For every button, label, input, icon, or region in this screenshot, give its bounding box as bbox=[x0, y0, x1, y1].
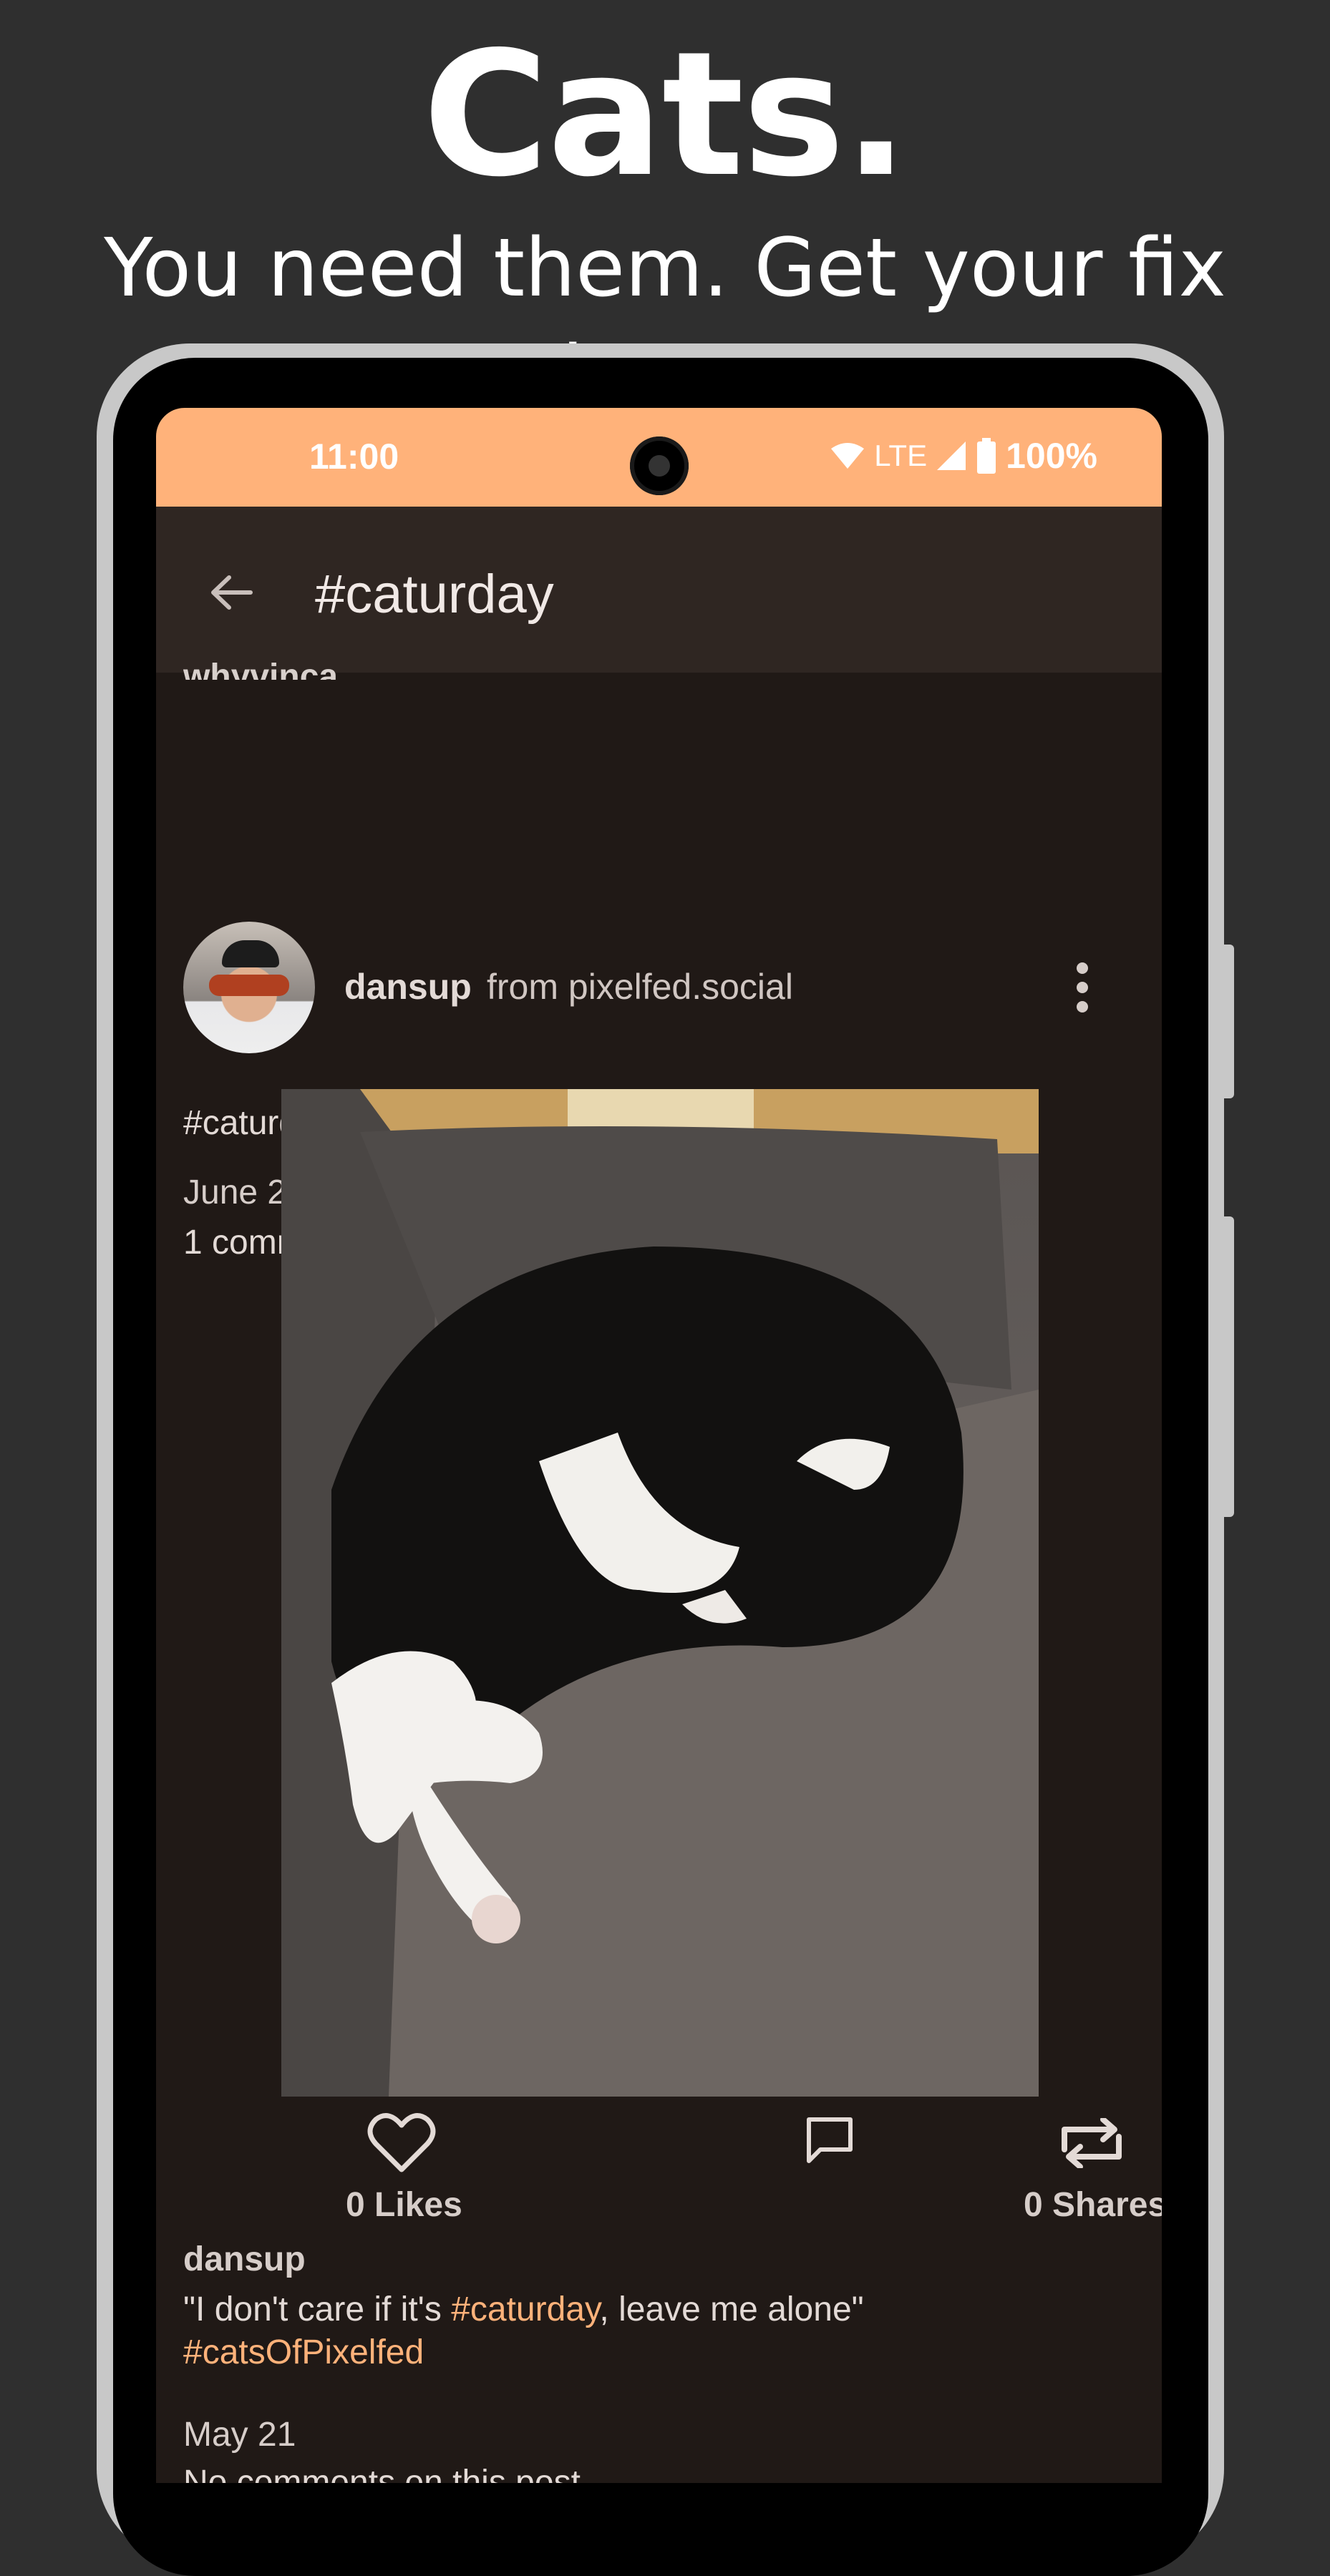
likes-count: 0 Likes bbox=[346, 2186, 462, 2224]
promo-headline: Cats. bbox=[422, 14, 909, 215]
status-icons: LTE 100% bbox=[830, 431, 1097, 481]
comment-icon bbox=[807, 2117, 853, 2163]
post-photo[interactable] bbox=[281, 1089, 1039, 2097]
previous-post-author: whyvinca bbox=[183, 658, 339, 680]
more-options-icon[interactable] bbox=[1072, 955, 1093, 1020]
post-date: May 21 bbox=[183, 2416, 296, 2454]
toolbar-title: #caturday bbox=[315, 564, 554, 625]
post-username[interactable]: dansup bbox=[344, 966, 472, 1008]
repeat-icon bbox=[1062, 2118, 1122, 2168]
post-instance: from pixelfed.social bbox=[487, 967, 793, 1007]
heart-icon bbox=[367, 2113, 436, 2172]
wifi-icon bbox=[831, 443, 865, 469]
app-toolbar: #caturday bbox=[156, 507, 1162, 673]
network-type: LTE bbox=[874, 439, 928, 472]
post-caption: "I don't care if it's #caturday, leave m… bbox=[183, 2288, 864, 2374]
caption-text-end: , leave me alone" bbox=[599, 2290, 864, 2328]
cat-photo-image bbox=[281, 1089, 1039, 2097]
post-comments[interactable]: No comments on this post... bbox=[183, 2462, 609, 2483]
caption-text: "I don't care if it's bbox=[183, 2290, 452, 2328]
phone-volume-button bbox=[1217, 1216, 1234, 1517]
shares-count: 0 Shares bbox=[1024, 2186, 1162, 2224]
caption-username[interactable]: dansup bbox=[183, 2240, 306, 2279]
phone-side-button bbox=[1217, 945, 1234, 1098]
caption-hashtag[interactable]: #caturday bbox=[451, 2290, 599, 2328]
phone-screen: 11:00 LTE 100% #caturday whyvinca #catur… bbox=[156, 408, 1162, 2483]
signal-icon bbox=[937, 441, 966, 470]
back-arrow-icon[interactable] bbox=[206, 567, 256, 618]
front-camera bbox=[630, 436, 689, 495]
caption-hashtag-2[interactable]: #catsOfPixelfed bbox=[183, 2333, 424, 2371]
battery-percent: 100% bbox=[1006, 436, 1097, 476]
status-time: 11:00 bbox=[309, 436, 399, 477]
battery-icon bbox=[977, 438, 996, 474]
avatar[interactable] bbox=[183, 922, 315, 1053]
status-bar: 11:00 LTE 100% bbox=[156, 408, 1162, 507]
post-actions: 0 Likes 0 Shares bbox=[156, 2111, 1162, 2240]
